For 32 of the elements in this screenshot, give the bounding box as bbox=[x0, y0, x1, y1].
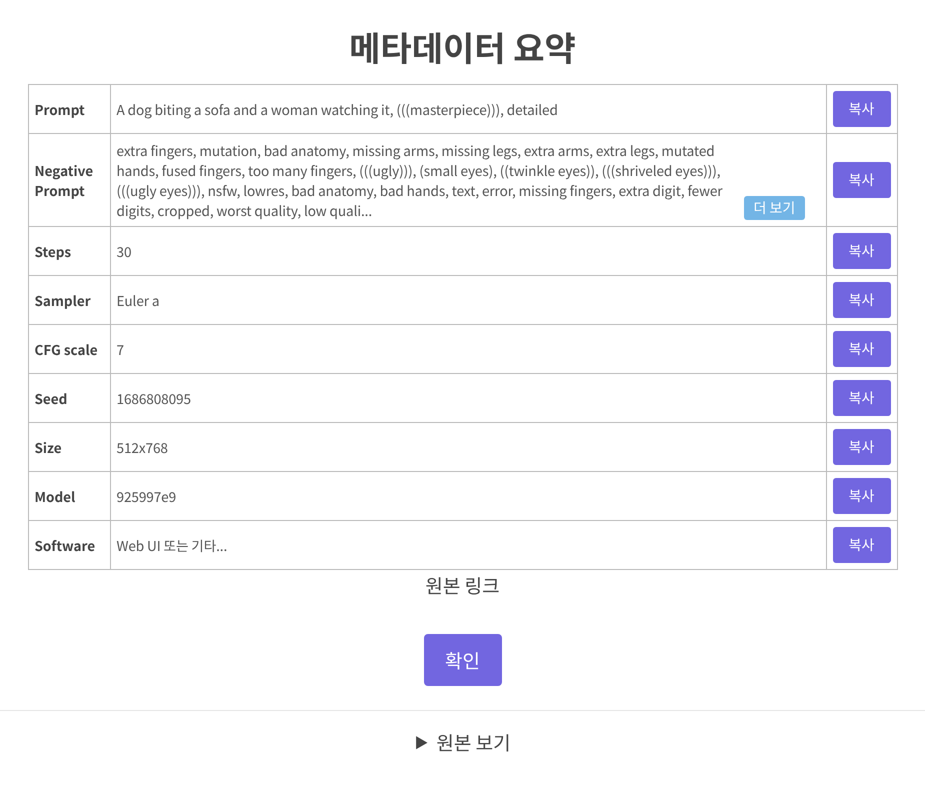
field-label: CFG scale bbox=[28, 324, 110, 374]
copy-button[interactable]: 복사 bbox=[832, 282, 890, 318]
details-summary[interactable]: 원본 보기 bbox=[436, 729, 511, 757]
field-value: 1686808095 bbox=[116, 388, 191, 408]
field-value: 512x768 bbox=[116, 437, 168, 457]
field-label: Prompt bbox=[28, 84, 110, 134]
copy-button[interactable]: 복사 bbox=[832, 429, 890, 465]
field-label: Steps bbox=[28, 226, 110, 276]
field-value: 7 bbox=[116, 339, 124, 359]
copy-button[interactable]: 복사 bbox=[832, 91, 890, 127]
field-value: A dog biting a sofa and a woman watching it, (((masterpiece))), detailed bbox=[116, 99, 558, 119]
copy-button[interactable]: 복사 bbox=[832, 527, 890, 563]
source-link[interactable]: 원본 링크 bbox=[425, 572, 500, 600]
field-value: extra fingers, mutation, bad anatomy, missing arms, missing legs, extra arms, extra legs, mutated hands, fused fingers, too many fingers, (((ugly))), (small eyes), ((twinkle eyes)), (((shriveled eyes))), (((ugly eyes))), nsfw, lowres, bad anatomy, bad hands, text, error, missing fingers, extra digit, fewer digits, cropped, worst quality, low quali... bbox=[116, 140, 724, 220]
field-label: Software bbox=[28, 520, 110, 570]
field-value: Euler a bbox=[116, 290, 160, 310]
copy-button[interactable]: 복사 bbox=[832, 380, 890, 416]
disclosure-icon[interactable]: ▶ bbox=[414, 729, 428, 757]
field-label: Negative Prompt bbox=[28, 134, 110, 226]
confirm-button[interactable]: 확인 bbox=[424, 634, 502, 686]
field-value: Web UI 또는 기타... bbox=[116, 535, 228, 555]
copy-button[interactable]: 복사 bbox=[832, 162, 890, 198]
field-label: Seed bbox=[28, 374, 110, 422]
field-value: 925997e9 bbox=[116, 486, 176, 506]
copy-button[interactable]: 복사 bbox=[832, 478, 890, 514]
copy-button[interactable]: 복사 bbox=[832, 233, 890, 269]
copy-button[interactable]: 복사 bbox=[832, 331, 890, 367]
field-label: Sampler bbox=[28, 276, 110, 324]
page-title: 메타데이터 요약 bbox=[349, 21, 576, 73]
field-label: Model bbox=[28, 472, 110, 520]
field-value: 30 bbox=[116, 241, 132, 261]
field-label: Size bbox=[28, 422, 110, 472]
